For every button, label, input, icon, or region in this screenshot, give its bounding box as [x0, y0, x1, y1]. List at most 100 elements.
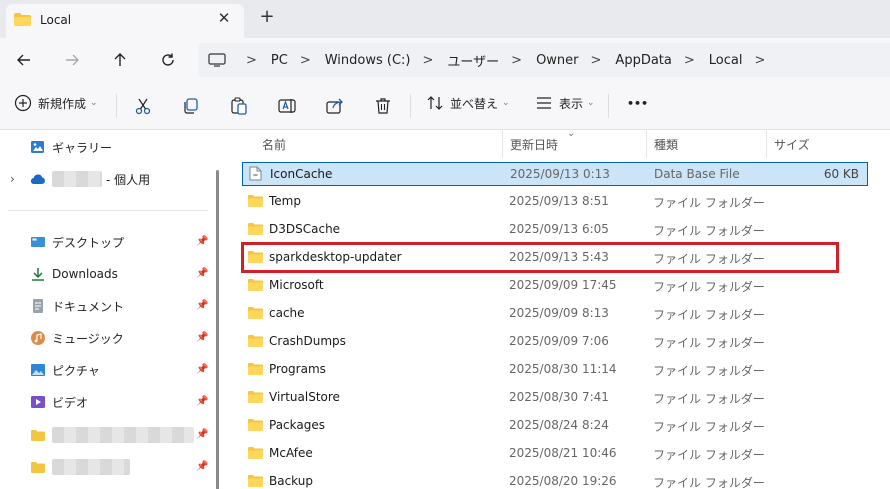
sidebar-item-redacted-2[interactable]: [30, 456, 130, 478]
forward-button[interactable]: [58, 46, 86, 74]
new-tab-button[interactable]: +: [256, 6, 278, 27]
cut-icon[interactable]: [133, 96, 153, 116]
view-button-label: 表示: [559, 96, 584, 111]
sort-button[interactable]: 並べ替え ⌄: [426, 94, 510, 112]
file-name: CrashDumps: [269, 334, 346, 348]
breadcrumb-owner[interactable]: Owner: [536, 53, 578, 68]
breadcrumb-local[interactable]: Local: [709, 53, 743, 68]
rename-icon[interactable]: [277, 96, 297, 116]
file-name: IconCache: [270, 167, 333, 181]
folder-row[interactable]: D3DSCache 2025/09/13 6:05 ファイル フォルダー: [242, 218, 868, 242]
folder-icon: [248, 391, 263, 403]
pin-icon[interactable]: 📌: [196, 268, 208, 279]
more-options-icon[interactable]: •••: [627, 97, 648, 110]
close-tab-icon[interactable]: ✕: [214, 9, 234, 27]
breadcrumb-pc[interactable]: PC: [271, 53, 288, 68]
folder-icon: [248, 335, 263, 347]
folder-row[interactable]: Microsoft 2025/09/09 17:45 ファイル フォルダー: [242, 274, 868, 298]
picture-icon: [31, 364, 45, 376]
divider: [410, 94, 411, 118]
sidebar-item-downloads[interactable]: Downloads: [30, 263, 118, 285]
breadcrumb-windows-c[interactable]: Windows (C:): [325, 53, 411, 68]
file-name: McAfee: [269, 446, 313, 460]
breadcrumb-appdata[interactable]: AppData: [615, 53, 671, 68]
column-divider[interactable]: [646, 130, 647, 158]
pin-icon[interactable]: 📌: [196, 461, 208, 472]
breadcrumb-separator[interactable]: >: [684, 53, 695, 68]
navigation-bar: > PC > Windows (C:) > ユーザー > Owner > App…: [0, 38, 890, 82]
pin-icon[interactable]: 📌: [196, 300, 208, 311]
sidebar-item-redacted-1[interactable]: [30, 424, 194, 446]
folder-icon: [248, 419, 263, 431]
delete-icon[interactable]: [373, 96, 393, 116]
file-name: Microsoft: [269, 278, 324, 292]
breadcrumb-separator[interactable]: >: [423, 53, 434, 68]
file-type: ファイル フォルダー: [653, 364, 765, 378]
pin-icon[interactable]: 📌: [196, 236, 208, 247]
share-icon[interactable]: [325, 96, 345, 116]
pin-icon[interactable]: 📌: [196, 429, 208, 440]
back-button[interactable]: [10, 46, 38, 74]
copy-icon[interactable]: [181, 96, 201, 116]
up-button[interactable]: [106, 46, 134, 74]
redacted-folder-name: [52, 459, 130, 475]
breadcrumb-separator[interactable]: >: [511, 53, 522, 68]
column-header-name[interactable]: 名前: [262, 130, 286, 158]
tab-local[interactable]: Local ✕: [6, 4, 244, 38]
folder-icon: [248, 195, 263, 207]
folder-row[interactable]: Packages 2025/08/24 8:24 ファイル フォルダー: [242, 414, 868, 438]
file-type: ファイル フォルダー: [653, 280, 765, 294]
sidebar-item-gallery[interactable]: ギャラリー: [30, 136, 112, 158]
folder-row[interactable]: McAfee 2025/08/21 10:46 ファイル フォルダー: [242, 442, 868, 466]
column-header-type[interactable]: 種類: [654, 130, 678, 158]
chevron-down-icon: ⌄: [502, 98, 510, 108]
file-date: 2025/08/24 8:24: [509, 418, 609, 432]
breadcrumb-separator[interactable]: >: [300, 53, 311, 68]
folder-row[interactable]: Temp 2025/09/13 8:51 ファイル フォルダー: [242, 190, 868, 214]
breadcrumb-separator[interactable]: >: [591, 53, 602, 68]
file-name: Temp: [269, 194, 301, 208]
file-row[interactable]: IconCache 2025/09/13 0:13 Data Base File…: [242, 162, 868, 186]
file-name: Packages: [269, 418, 325, 432]
view-button[interactable]: 表示 ⌄: [535, 94, 595, 112]
refresh-button[interactable]: [154, 46, 182, 74]
file-list: 名前 更新日時 ⌄ 種類 サイズ IconCache 2025/09/13 0:…: [222, 128, 890, 489]
sidebar-item-label: ドキュメント: [52, 299, 125, 314]
column-divider[interactable]: [502, 130, 503, 158]
column-header-size[interactable]: サイズ: [774, 130, 810, 158]
folder-row[interactable]: cache 2025/09/09 8:13 ファイル フォルダー: [242, 302, 868, 326]
sidebar-item-onedrive[interactable]: - 個人用: [30, 168, 150, 190]
sidebar-item-label: ギャラリー: [52, 140, 113, 155]
pin-icon[interactable]: 📌: [196, 364, 208, 375]
sidebar-item-documents[interactable]: ドキュメント: [30, 295, 124, 317]
file-date: 2025/09/09 7:06: [509, 334, 609, 348]
breadcrumb-separator[interactable]: >: [754, 53, 765, 68]
folder-row[interactable]: Backup 2025/08/20 19:26 ファイル フォルダー: [242, 470, 868, 489]
sidebar-item-videos[interactable]: ビデオ: [30, 391, 88, 413]
file-name: D3DSCache: [269, 222, 341, 236]
folder-row[interactable]: CrashDumps 2025/09/09 7:06 ファイル フォルダー: [242, 330, 868, 354]
new-button[interactable]: 新規作成 ⌄: [14, 94, 98, 112]
sidebar-item-desktop[interactable]: デスクトップ: [30, 231, 124, 253]
paste-icon[interactable]: [229, 96, 249, 116]
column-divider[interactable]: [766, 130, 767, 158]
sidebar-item-pictures[interactable]: ピクチャ: [30, 359, 100, 381]
navigation-pane: ギャラリー › - 個人用 デスクトップ 📌 Downloads 📌 ドキュメン…: [0, 130, 222, 489]
column-header-date[interactable]: 更新日時: [510, 130, 558, 158]
file-date: 2025/09/09 8:13: [509, 306, 609, 320]
file-date: 2025/09/09 17:45: [509, 278, 617, 292]
file-type: Data Base File: [654, 167, 740, 181]
refresh-icon: [162, 53, 174, 66]
folder-row[interactable]: VirtualStore 2025/08/30 7:41 ファイル フォルダー: [242, 386, 868, 410]
file-type: ファイル フォルダー: [653, 308, 765, 322]
pin-icon[interactable]: 📌: [196, 396, 208, 407]
chevron-right-icon[interactable]: ›: [10, 172, 15, 186]
address-bar[interactable]: > PC > Windows (C:) > ユーザー > Owner > App…: [198, 43, 890, 77]
file-type: ファイル フォルダー: [653, 224, 765, 238]
sidebar-item-music[interactable]: ミュージック: [30, 327, 124, 349]
folder-row[interactable]: Programs 2025/08/30 11:14 ファイル フォルダー: [242, 358, 868, 382]
chevron-down-icon: ⌄: [587, 98, 595, 108]
pin-icon[interactable]: 📌: [196, 332, 208, 343]
breadcrumb-users[interactable]: ユーザー: [447, 51, 499, 70]
sidebar-scrollbar[interactable]: [216, 170, 219, 489]
